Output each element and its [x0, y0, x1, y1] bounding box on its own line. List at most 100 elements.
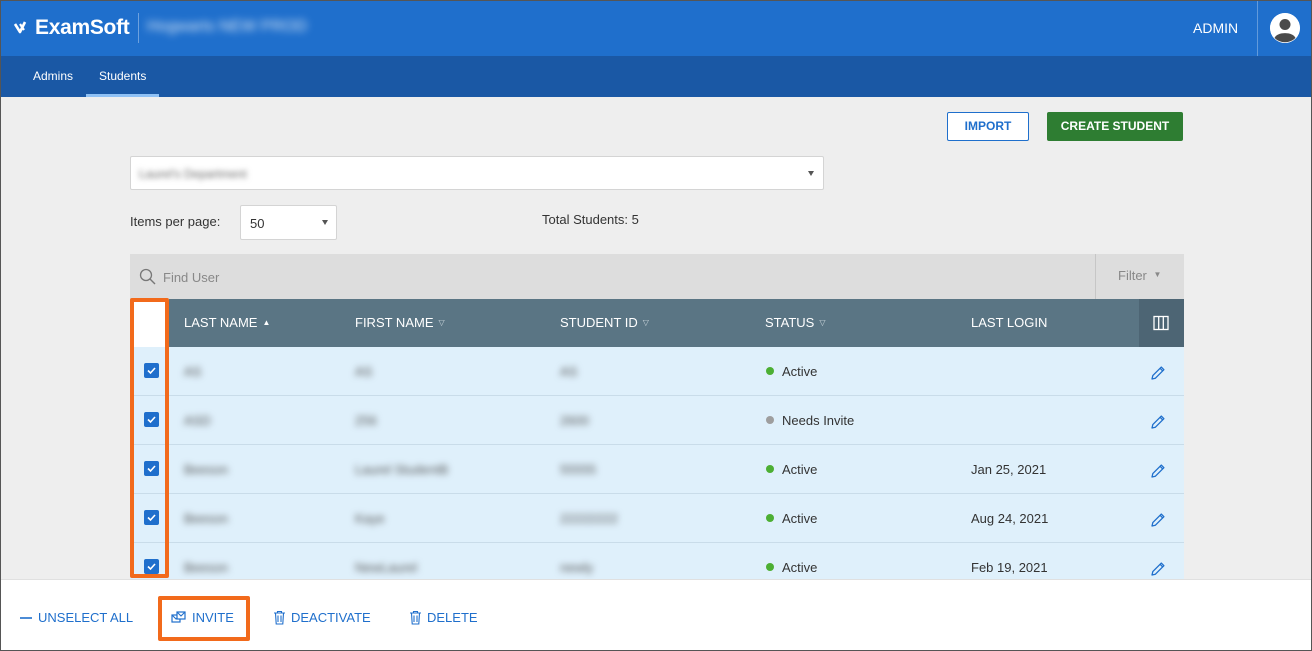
status-dot-icon — [766, 367, 774, 375]
cell-first-name: Kaye — [355, 511, 385, 526]
deactivate-label: DEACTIVATE — [291, 610, 371, 625]
examsoft-logo[interactable]: ExamSoft — [13, 16, 130, 40]
tab-students[interactable]: Students — [85, 56, 160, 97]
filter-divider — [1095, 254, 1096, 299]
cell-status: Needs Invite — [766, 413, 854, 428]
cell-student-id: 2600 — [560, 413, 589, 428]
chevron-down-icon — [322, 220, 328, 225]
total-students: Total Students: 5 — [542, 212, 639, 227]
column-label: LAST LOGIN — [971, 315, 1048, 330]
trash-icon — [274, 610, 285, 625]
table-row[interactable]: AS AS AS Active — [130, 347, 1184, 396]
column-header-student-id[interactable]: STUDENT ID ▽ — [560, 315, 649, 330]
deactivate-button[interactable]: DEACTIVATE — [273, 610, 371, 625]
cell-student-id: newly — [560, 560, 594, 575]
sort-ascending-icon: ▲ — [262, 318, 271, 327]
status-label: Needs Invite — [782, 413, 855, 428]
cell-last-name: Beeson — [184, 511, 229, 526]
status-label: Active — [782, 511, 818, 526]
avatar-icon[interactable] — [1270, 13, 1300, 43]
cell-last-name: ASD — [184, 413, 211, 428]
cell-first-name: AS — [355, 364, 373, 379]
cell-last-name: Beeson — [184, 462, 229, 477]
cell-first-name: 256 — [355, 413, 377, 428]
filter-label: Filter — [1118, 268, 1147, 283]
edit-pencil-icon[interactable] — [1149, 511, 1167, 529]
cell-first-name: Laurel StudentB — [355, 462, 449, 477]
organization-name: Hogwarts NEW PROD — [147, 18, 308, 35]
nav-bar: Admins Students — [1, 56, 1311, 97]
cell-last-login: Aug 24, 2021 — [971, 511, 1049, 526]
cell-student-id: 22222222 — [560, 511, 618, 526]
bulk-action-bar: UNSELECT ALL INVITE DEACTIVATE DELETE — [1, 579, 1311, 650]
delete-button[interactable]: DELETE — [409, 610, 478, 625]
status-label: Active — [782, 560, 818, 575]
column-label: STUDENT ID — [560, 315, 638, 330]
items-per-page-value: 50 — [250, 216, 265, 231]
brand-name: ExamSoft — [35, 16, 130, 39]
columns-icon — [1153, 315, 1169, 331]
cell-last-name: Beeson — [184, 560, 229, 575]
edit-pencil-icon[interactable] — [1149, 462, 1167, 480]
column-header-status[interactable]: STATUS ▽ — [765, 315, 826, 330]
status-label: Active — [782, 462, 818, 477]
column-label: FIRST NAME — [355, 315, 434, 330]
column-label: STATUS — [765, 315, 815, 330]
unselect-all-label: UNSELECT ALL — [38, 610, 134, 625]
highlight-box — [130, 298, 169, 578]
import-button[interactable]: IMPORT — [947, 112, 1029, 141]
status-dot-icon — [766, 416, 774, 424]
status-label: Active — [782, 364, 818, 379]
minus-icon — [20, 616, 32, 619]
examsoft-logo-icon — [13, 21, 27, 34]
department-value: Laurel's Department — [139, 167, 247, 181]
filter-button[interactable]: Filter ▼ — [1118, 268, 1161, 283]
avatar-divider — [1257, 1, 1258, 56]
column-header-first-name[interactable]: FIRST NAME ▽ — [355, 315, 445, 330]
header-divider — [138, 13, 139, 43]
table-body: AS AS AS Active ASD 256 2600 Needs Invit… — [130, 347, 1184, 579]
cell-last-name: AS — [184, 364, 202, 379]
tab-admins[interactable]: Admins — [33, 56, 73, 97]
search-input[interactable] — [163, 268, 1063, 286]
trash-icon — [410, 610, 421, 625]
status-dot-icon — [766, 514, 774, 522]
edit-pencil-icon[interactable] — [1149, 364, 1167, 382]
items-per-page-select[interactable]: 50 — [240, 205, 337, 240]
cell-first-name: NewLaurel — [355, 560, 418, 575]
edit-pencil-icon[interactable] — [1149, 413, 1167, 431]
edit-pencil-icon[interactable] — [1149, 560, 1167, 578]
cell-student-id: 55555 — [560, 462, 597, 477]
user-role-label[interactable]: ADMIN — [1193, 20, 1238, 36]
create-student-button[interactable]: CREATE STUDENT — [1047, 112, 1183, 141]
cell-last-login: Feb 19, 2021 — [971, 560, 1048, 575]
items-per-page-label: Items per page: — [130, 214, 221, 229]
column-label: LAST NAME — [184, 315, 258, 330]
cell-status: Active — [766, 560, 817, 575]
unselect-all-button[interactable]: UNSELECT ALL — [19, 610, 133, 625]
cell-status: Active — [766, 364, 817, 379]
cell-last-login: Jan 25, 2021 — [971, 462, 1047, 477]
cell-status: Active — [766, 511, 817, 526]
sort-icon: ▽ — [642, 318, 649, 327]
status-dot-icon — [766, 563, 774, 571]
search-bar: Filter ▼ — [130, 254, 1184, 299]
column-header-last-login: LAST LOGIN — [971, 315, 1047, 330]
sort-icon: ▽ — [438, 318, 445, 327]
cell-status: Active — [766, 462, 817, 477]
status-dot-icon — [766, 465, 774, 473]
table-row[interactable]: Beeson NewLaurel newly Active Feb 19, 20… — [130, 543, 1184, 579]
table-row[interactable]: Beeson Kaye 22222222 Active Aug 24, 2021 — [130, 494, 1184, 543]
department-select[interactable]: Laurel's Department — [130, 156, 824, 190]
sort-icon: ▽ — [819, 318, 826, 327]
caret-down-icon: ▼ — [1153, 270, 1162, 279]
table-header: LAST NAME ▲ FIRST NAME ▽ STUDENT ID ▽ STATU… — [130, 299, 1184, 347]
column-settings-button[interactable] — [1139, 299, 1184, 347]
chevron-down-icon — [808, 171, 814, 176]
app-window: ExamSoft Hogwarts NEW PROD ADMIN Admins … — [0, 0, 1312, 651]
column-header-last-name[interactable]: LAST NAME ▲ — [184, 315, 270, 330]
table-row[interactable]: ASD 256 2600 Needs Invite — [130, 396, 1184, 445]
cell-student-id: AS — [560, 364, 578, 379]
top-header: ExamSoft Hogwarts NEW PROD ADMIN — [1, 1, 1311, 56]
table-row[interactable]: Beeson Laurel StudentB 55555 Active Jan … — [130, 445, 1184, 494]
